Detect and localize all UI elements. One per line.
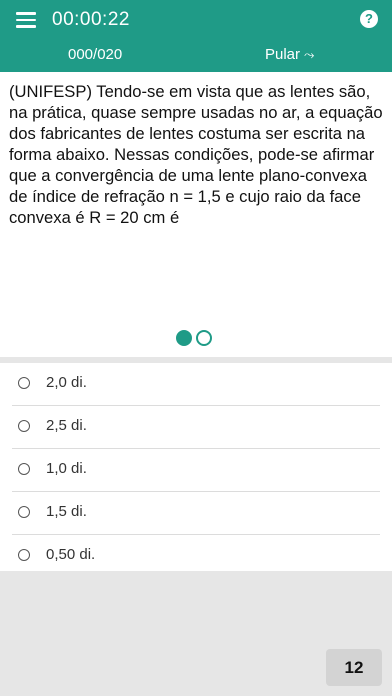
skip-button[interactable]: Pular ⤳ [265,46,314,63]
question-counter: 000/020 [68,46,123,63]
answer-option-label: 0,50 di. [46,546,96,563]
radio-icon[interactable] [18,420,30,432]
answer-option[interactable]: 1,0 di. [12,449,380,492]
answer-option[interactable]: 2,0 di. [12,363,380,406]
page-dot-1[interactable] [176,329,192,346]
page-dot-2[interactable] [196,329,212,346]
help-icon[interactable]: ? [360,10,378,28]
radio-icon[interactable] [18,463,30,475]
answer-option[interactable]: 0,50 di. [12,535,380,577]
radio-icon[interactable] [18,549,30,561]
question-text: (UNIFESP) Tendo-se em vista que as lente… [9,82,383,227]
menu-icon[interactable] [16,12,36,28]
skip-arrow-icon: ⤳ [304,47,315,62]
answer-option[interactable]: 2,5 di. [12,406,380,449]
answer-options: 2,0 di. 2,5 di. 1,0 di. 1,5 di. 0,50 di. [0,363,392,571]
timer: 00:00:22 [52,9,130,30]
top-bar: 00:00:22 ? 000/020 Pular ⤳ [0,0,392,72]
score-badge: 12 [326,649,382,686]
page-indicator [176,329,216,347]
answer-option-label: 2,5 di. [46,417,87,434]
answer-option-label: 1,0 di. [46,460,87,477]
answer-option[interactable]: 1,5 di. [12,492,380,535]
skip-label: Pular [265,46,301,63]
answer-option-label: 2,0 di. [46,374,87,391]
radio-icon[interactable] [18,377,30,389]
answer-option-label: 1,5 di. [46,503,87,520]
radio-icon[interactable] [18,506,30,518]
question-panel: (UNIFESP) Tendo-se em vista que as lente… [0,72,392,357]
